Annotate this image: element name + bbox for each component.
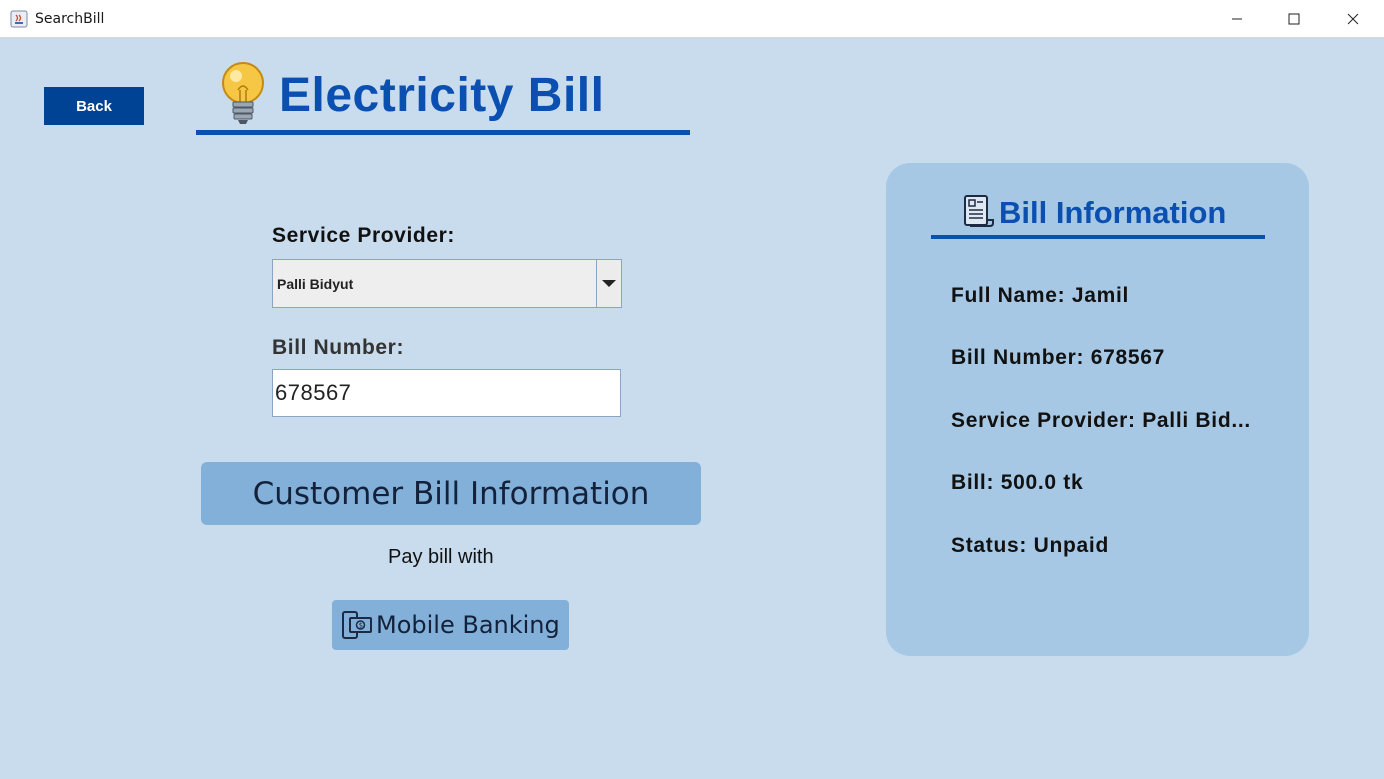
customer-bill-info-button[interactable]: Customer Bill Information <box>201 462 701 525</box>
bill-number-input[interactable] <box>272 369 621 417</box>
service-provider-text: Service Provider: Palli Bid... <box>951 409 1251 432</box>
service-provider-label: Service Provider: <box>272 224 455 247</box>
bill-information-title: Bill Information <box>999 195 1227 230</box>
bill-number-text: Bill Number: 678567 <box>951 346 1166 369</box>
chevron-down-icon <box>602 279 616 287</box>
close-icon <box>1347 13 1359 25</box>
full-name-text: Full Name: Jamil <box>951 284 1130 307</box>
page-title: Electricity Bill <box>279 69 605 122</box>
bill-number-label: Bill Number: <box>272 336 405 359</box>
maximize-icon <box>1288 13 1300 25</box>
java-app-icon <box>10 10 28 28</box>
title-underline <box>196 130 690 135</box>
minimize-icon <box>1232 18 1242 20</box>
close-button[interactable] <box>1330 0 1376 38</box>
mobile-banking-button[interactable]: $ Mobile Banking <box>332 600 569 650</box>
dropdown-arrow-button[interactable] <box>596 260 621 307</box>
minimize-button[interactable] <box>1214 0 1260 38</box>
pay-with-label: Pay bill with <box>388 546 494 568</box>
back-button[interactable]: Back <box>44 87 144 125</box>
mobile-banking-label: Mobile Banking <box>376 611 560 639</box>
receipt-icon <box>964 195 994 227</box>
svg-text:$: $ <box>359 622 363 630</box>
bill-information-underline <box>931 235 1265 239</box>
service-provider-value: Palli Bidyut <box>277 276 354 292</box>
mobile-money-icon: $ <box>342 611 372 639</box>
window-title: SearchBill <box>35 11 105 27</box>
maximize-button[interactable] <box>1271 0 1317 38</box>
service-provider-select[interactable]: Palli Bidyut <box>272 259 622 308</box>
bill-amount-text: Bill: 500.0 tk <box>951 471 1084 494</box>
lightbulb-icon <box>222 62 264 124</box>
window-titlebar: SearchBill <box>0 0 1384 38</box>
status-text: Status: Unpaid <box>951 534 1109 557</box>
